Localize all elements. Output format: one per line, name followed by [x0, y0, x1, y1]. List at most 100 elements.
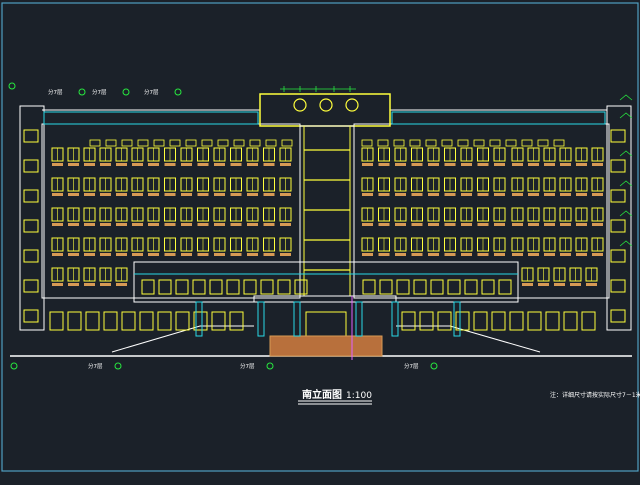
window-sill	[528, 223, 539, 226]
window-sill	[247, 193, 258, 196]
window-sill	[116, 253, 127, 256]
window-sill	[116, 163, 127, 166]
window-sill	[280, 253, 291, 256]
window-sill	[100, 253, 111, 256]
level-marker	[619, 210, 633, 217]
podium-window	[243, 279, 257, 295]
window-top	[409, 139, 421, 147]
wing-window	[23, 159, 39, 173]
window-sill	[461, 193, 472, 196]
window-top	[489, 139, 501, 147]
tower-oculus	[293, 98, 307, 112]
window-top	[473, 139, 485, 147]
entrance-column	[453, 301, 461, 337]
podium-window	[175, 279, 189, 295]
window-sill	[395, 253, 406, 256]
window-sill	[560, 253, 571, 256]
podium-window	[209, 279, 223, 295]
ground-window	[211, 311, 226, 331]
window-sill	[181, 163, 192, 166]
window-sill	[52, 223, 63, 226]
window-sill	[528, 163, 539, 166]
wing-window	[610, 279, 626, 293]
window-sill	[263, 253, 275, 256]
window-sill	[512, 223, 523, 226]
window-top	[153, 139, 165, 147]
wing-window	[610, 129, 626, 143]
window-sill	[461, 223, 472, 226]
window-grid	[23, 98, 626, 337]
window-sill	[84, 163, 95, 166]
window-sill	[132, 223, 143, 226]
window-top	[377, 139, 389, 147]
ground-window	[229, 311, 244, 331]
axis-bubble	[174, 88, 182, 96]
drawing-note: 注：详细尺寸请按实际尺寸7－1米面？	[550, 391, 640, 399]
ground-window	[455, 311, 470, 331]
window-sill	[68, 253, 79, 256]
window-sill	[544, 163, 555, 166]
podium-window	[379, 279, 393, 295]
window-sill	[428, 193, 439, 196]
window-top	[169, 139, 181, 147]
window-top	[457, 139, 469, 147]
window-top	[265, 139, 277, 147]
window-sill	[411, 253, 423, 256]
window-sill	[197, 223, 209, 226]
window-sill	[522, 283, 533, 286]
axis-bubble	[78, 88, 86, 96]
window-sill	[230, 253, 242, 256]
window-sill	[84, 253, 95, 256]
window-sill	[512, 193, 523, 196]
ground-window	[509, 311, 524, 331]
window-sill	[395, 163, 406, 166]
wing-window	[23, 249, 39, 263]
window-sill	[586, 283, 597, 286]
wing-window	[610, 189, 626, 203]
window-sill	[247, 253, 258, 256]
window-sill	[560, 163, 571, 166]
entrance-door	[305, 311, 347, 337]
window-sill	[362, 253, 373, 256]
level-marker	[619, 112, 633, 119]
window-sill	[428, 253, 439, 256]
window-sill	[214, 223, 225, 226]
window-sill	[214, 253, 225, 256]
window-sill	[52, 193, 63, 196]
left-block	[41, 123, 301, 299]
wing-window	[610, 219, 626, 233]
window-sill	[84, 223, 95, 226]
axis-label: 分7层	[144, 88, 159, 96]
window-sill	[247, 163, 258, 166]
podium-window	[396, 279, 410, 295]
window-sill	[100, 283, 111, 286]
window-sill	[84, 283, 95, 286]
window-sill	[362, 223, 373, 226]
window-sill	[554, 283, 565, 286]
window-sill	[280, 163, 291, 166]
window-sill	[528, 253, 539, 256]
window-sill	[230, 163, 242, 166]
window-top	[249, 139, 261, 147]
window-sill	[512, 253, 523, 256]
window-sill	[378, 253, 390, 256]
podium-window	[141, 279, 155, 295]
podium-window	[192, 279, 206, 295]
window-sill	[378, 223, 390, 226]
window-sill	[428, 223, 439, 226]
entrance-column	[195, 301, 203, 337]
window-sill	[362, 193, 373, 196]
window-top	[505, 139, 517, 147]
window-sill	[181, 223, 192, 226]
window-top	[393, 139, 405, 147]
podium-window	[226, 279, 240, 295]
axis-label: 分7层	[92, 88, 107, 96]
wing-window	[23, 189, 39, 203]
window-sill	[263, 193, 275, 196]
window-sill	[576, 193, 587, 196]
entrance-column	[293, 301, 301, 337]
window-sill	[214, 163, 225, 166]
wing-window	[23, 129, 39, 143]
entrance-steps	[269, 335, 383, 357]
window-sill	[214, 193, 225, 196]
